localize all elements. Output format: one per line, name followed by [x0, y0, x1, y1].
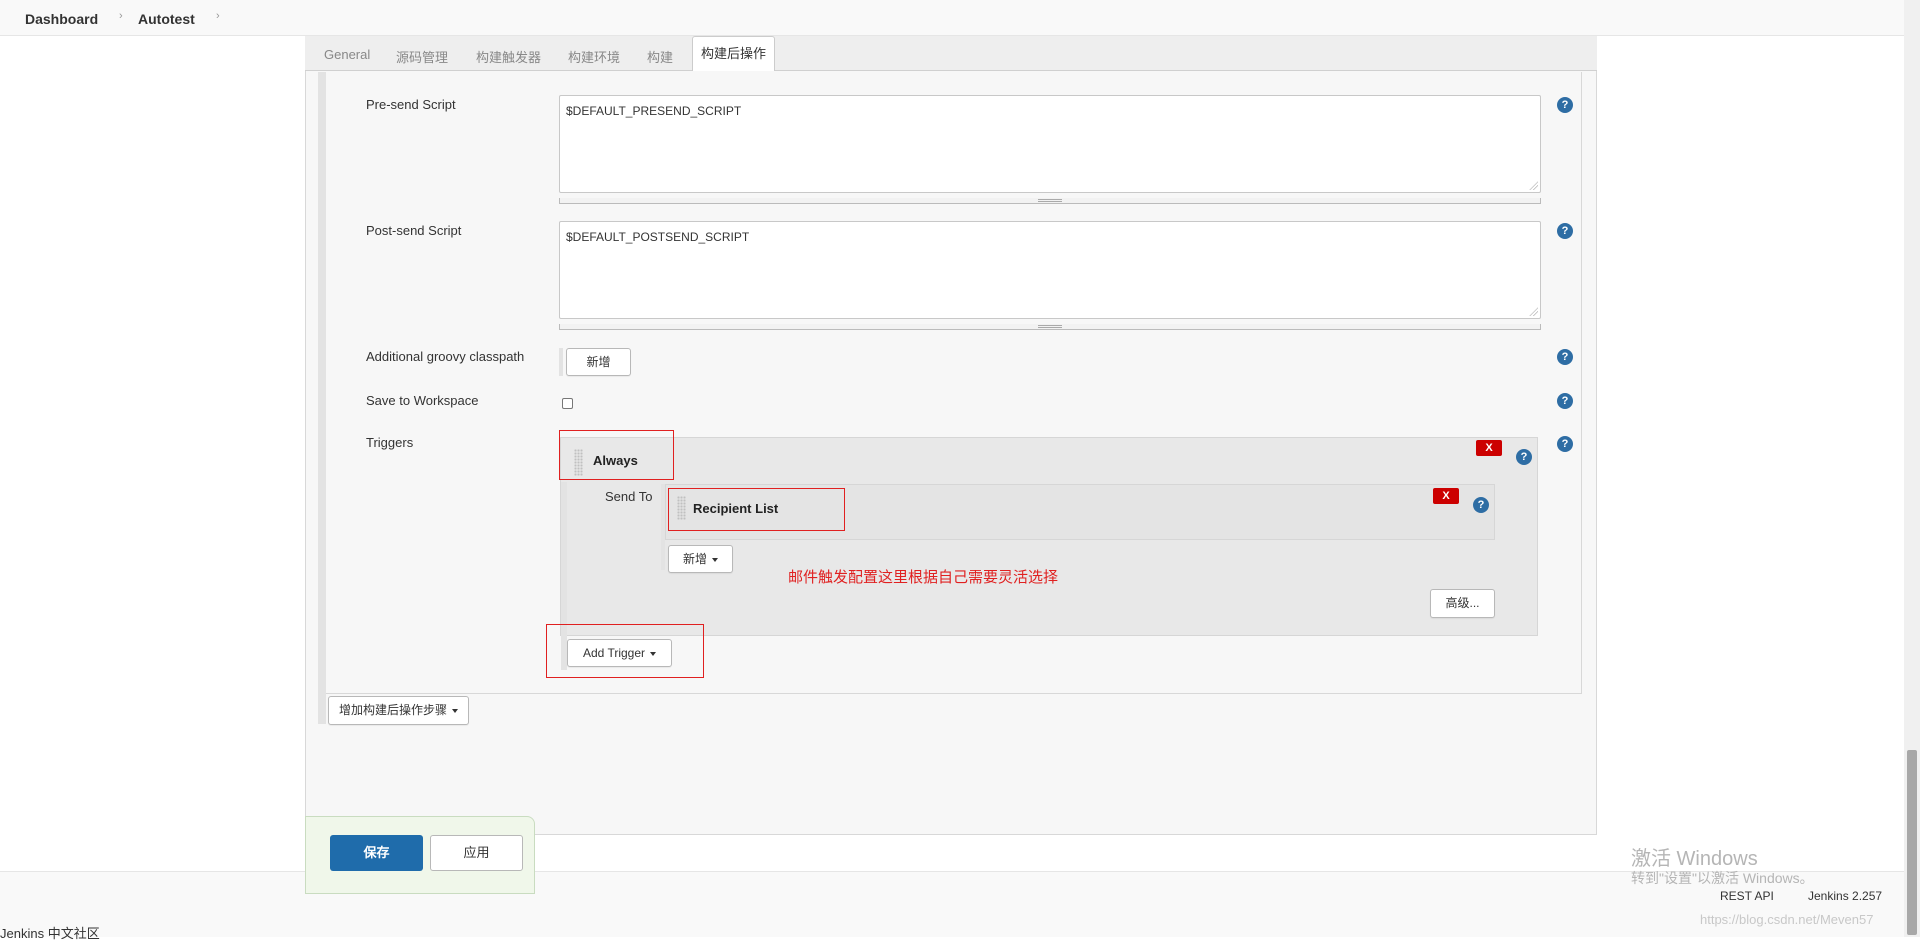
page-scrollbar-thumb[interactable]: [1907, 750, 1917, 935]
tab-general[interactable]: General: [324, 47, 370, 62]
tab-scm[interactable]: 源码管理: [396, 47, 448, 66]
add-recipient-dropdown[interactable]: 新增: [668, 545, 733, 573]
add-post-build-step-label: 增加构建后操作步骤: [338, 703, 447, 717]
caret-down-icon: [712, 557, 718, 562]
save-to-workspace-checkbox[interactable]: [562, 398, 573, 409]
save-bar: 保存 应用: [305, 816, 535, 894]
classpath-add-button[interactable]: 新增: [566, 348, 631, 376]
jenkins-community-link[interactable]: Jenkins 中文社区: [0, 923, 100, 942]
presend-script-resize-grip[interactable]: [559, 198, 1541, 204]
send-to-label: Send To: [605, 489, 653, 504]
highlight-box-always: [559, 430, 674, 480]
breadcrumb-separator-icon[interactable]: ›: [216, 10, 220, 22]
tab-build[interactable]: 构建: [647, 47, 673, 66]
help-icon[interactable]: ?: [1557, 349, 1573, 365]
postsend-script-resize-grip[interactable]: [559, 324, 1541, 330]
breadcrumb-separator-icon[interactable]: ›: [119, 10, 123, 22]
textarea-resize-icon[interactable]: [1529, 307, 1538, 316]
tab-build-environment[interactable]: 构建环境: [568, 47, 620, 66]
help-icon[interactable]: ?: [1557, 223, 1573, 239]
activate-windows-title: 激活 Windows: [1631, 848, 1758, 870]
postsend-script-textarea[interactable]: $DEFAULT_POSTSEND_SCRIPT: [559, 221, 1541, 319]
grip-handle-icon: [1038, 199, 1062, 202]
help-icon[interactable]: ?: [1557, 393, 1573, 409]
apply-button[interactable]: 应用: [430, 835, 523, 871]
tab-build-triggers[interactable]: 构建触发器: [476, 47, 541, 66]
config-tab-bar: General 源码管理 构建触发器 构建环境 构建: [305, 36, 1597, 71]
postsend-script-label: Post-send Script: [366, 223, 462, 238]
classpath-indent-bar: [559, 348, 563, 376]
classpath-label: Additional groovy classpath: [366, 349, 525, 364]
remove-trigger-button[interactable]: X: [1476, 440, 1502, 456]
caret-down-icon: [452, 708, 458, 713]
save-button[interactable]: 保存: [330, 835, 423, 871]
annotation-note: 邮件触发配置这里根据自己需要灵活选择: [788, 569, 1059, 586]
highlight-box-add-trigger: [546, 624, 704, 678]
help-icon[interactable]: ?: [1473, 497, 1489, 513]
breadcrumb-dashboard[interactable]: Dashboard: [25, 11, 98, 27]
highlight-box-recipient-list: [668, 488, 845, 531]
triggers-label: Triggers: [366, 435, 414, 450]
activate-windows-subtitle: 转到"设置"以激活 Windows。: [1631, 870, 1814, 886]
rest-api-link[interactable]: REST API: [1720, 889, 1774, 903]
grip-handle-icon: [1038, 325, 1062, 328]
tab-post-build[interactable]: 构建后操作: [692, 36, 775, 71]
add-post-build-step-dropdown[interactable]: 增加构建后操作步骤: [328, 696, 469, 725]
textarea-resize-icon[interactable]: [1529, 181, 1538, 190]
presend-script-label: Pre-send Script: [366, 97, 456, 112]
save-to-workspace-label: Save to Workspace: [366, 393, 479, 408]
page-footer: REST API Jenkins 2.257: [0, 871, 1904, 937]
blog-url-watermark: https://blog.csdn.net/Meven57: [1700, 912, 1874, 927]
add-recipient-label: 新增: [682, 552, 707, 566]
jenkins-version-link[interactable]: Jenkins 2.257: [1808, 889, 1882, 903]
breadcrumb: Dashboard › Autotest ›: [0, 0, 1904, 36]
help-icon[interactable]: ?: [1557, 97, 1573, 113]
presend-script-textarea[interactable]: $DEFAULT_PRESEND_SCRIPT: [559, 95, 1541, 193]
remove-recipient-button[interactable]: X: [1433, 488, 1459, 504]
section-indent-bar: [318, 72, 326, 724]
help-icon[interactable]: ?: [1516, 449, 1532, 465]
breadcrumb-autotest[interactable]: Autotest: [138, 11, 195, 27]
advanced-button[interactable]: 高级...: [1430, 589, 1495, 618]
help-icon[interactable]: ?: [1557, 436, 1573, 452]
